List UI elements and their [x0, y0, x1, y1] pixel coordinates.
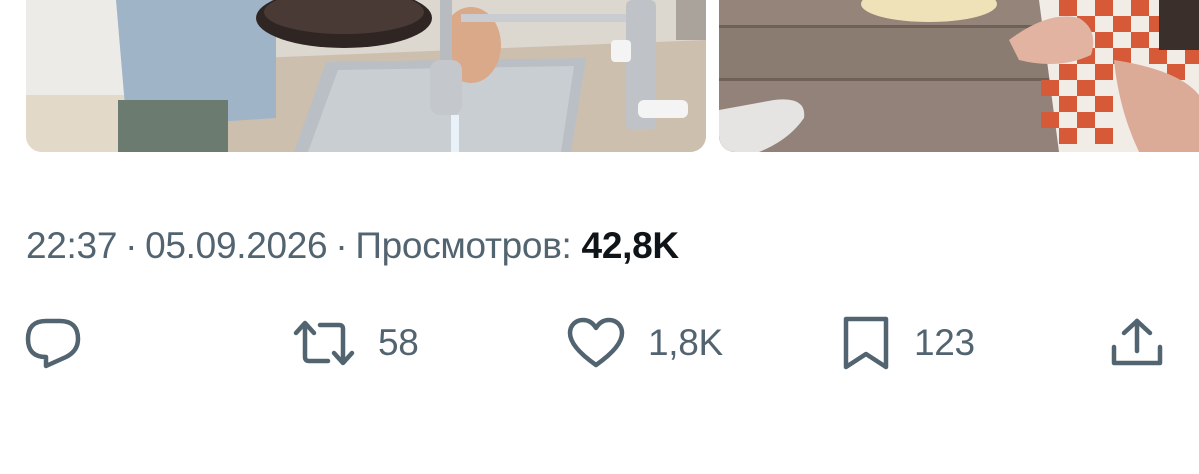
photo-kitchen-sink[interactable] — [26, 0, 706, 152]
reply-icon — [24, 317, 82, 369]
bookmark-button[interactable]: 123 — [840, 308, 975, 378]
like-count: 1,8K — [648, 322, 723, 363]
views-count[interactable]: 42,8K — [582, 225, 680, 267]
tweet-meta: 22:37 · 05.09.2026 · Просмотров: 42,8K — [26, 224, 679, 268]
views-label: Просмотров: — [355, 225, 572, 266]
bookmark-count: 123 — [914, 322, 975, 363]
media-grid — [0, 0, 1199, 152]
heart-icon — [566, 317, 626, 369]
photo-deck-towel[interactable] — [719, 0, 1199, 152]
tweet-date[interactable]: 05.09.2026 — [145, 225, 327, 267]
repost-icon — [292, 319, 356, 367]
meta-separator: · — [335, 225, 348, 266]
bookmark-icon — [840, 315, 892, 371]
repost-count: 58 — [378, 322, 419, 363]
like-button[interactable]: 1,8K — [566, 308, 723, 378]
tweet-time[interactable]: 22:37 — [26, 225, 117, 267]
kitchen-photo-illustration — [26, 0, 706, 152]
repost-button[interactable]: 58 — [292, 308, 419, 378]
deck-photo-illustration — [719, 0, 1199, 152]
reply-button[interactable] — [24, 308, 82, 378]
share-button[interactable] — [1110, 308, 1164, 378]
tweet-action-bar: 58 1,8K 123 — [0, 308, 1199, 378]
meta-separator: · — [125, 225, 138, 266]
share-icon — [1110, 317, 1164, 369]
